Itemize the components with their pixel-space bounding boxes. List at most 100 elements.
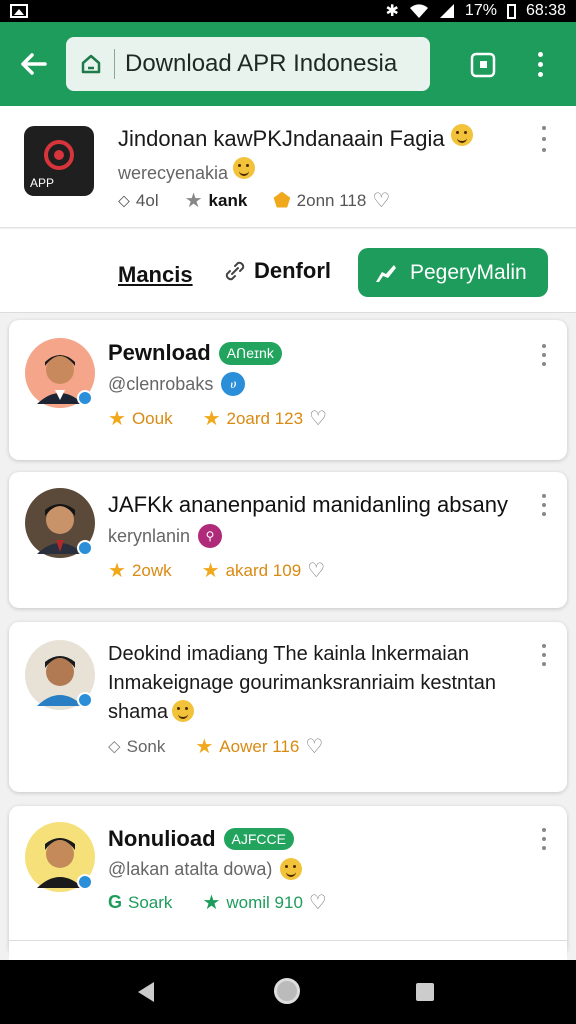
google-icon: G [108,892,123,912]
tab-switcher-icon[interactable] [470,52,496,78]
download-link[interactable]: Denforl [222,258,331,284]
card-handle: @lakan atalta dowa) [108,858,303,880]
verified-icon [77,692,93,708]
card-stats: ★ 2owk ★ akard 109 ♡ [108,558,325,583]
app-meta: ⬦ 4ol ★ kank ⬟ 2onn 118 ♡ [118,188,390,213]
back-button[interactable] [0,22,66,106]
heart-icon[interactable]: ♡ [372,188,390,213]
url-separator [114,49,115,79]
app-icon[interactable]: APP [24,126,94,196]
card-more-icon[interactable] [539,644,549,666]
signal-icon [439,4,454,18]
card-text-line-1: Deokind imadiang The kainla lnkermaian [108,643,469,665]
avatar[interactable] [25,822,95,892]
card-title-row: Pewnload Aᑎeɪnk [108,340,282,366]
heart-icon[interactable]: ♡ [307,558,325,583]
card-title-row: JAFKk ananenpanid manidanling absany [108,492,508,518]
robot-emoji-icon [233,157,256,179]
battery-icon [506,3,516,19]
app-stat-3: 2onn 118 [296,190,367,210]
app-title: Jindonan kawPKJndanaain Fagia [118,124,473,152]
app-logo-icon [44,140,74,170]
arrow-left-icon [21,53,47,75]
card-more-icon[interactable] [539,494,549,516]
status-bar: ✱ 17% 68:38 [0,0,576,22]
status-badge: AJFCCE [223,828,294,850]
link-icon [225,261,245,281]
overflow-menu-icon[interactable] [526,42,554,86]
handle-badge-icon: ሀ [221,372,246,396]
avatar[interactable] [25,488,95,558]
status-badge: Aᑎeɪnk [218,341,282,365]
card-name: Nonulioad [108,826,216,851]
grin-emoji-icon [172,700,195,722]
stat-2: akard 109 [225,560,302,580]
card-text-line-2: Inmakeignage gourimanksranriaim kestntan [108,672,496,694]
star-icon: ★ [108,408,126,430]
handle-text: @lakan atalta dowa) [108,858,273,879]
card-text-line-3: shama [108,698,496,727]
stat-1: 2owk [131,560,172,580]
avatar[interactable] [25,338,95,408]
download-link-label: Denforl [254,258,331,283]
smile-emoji-icon [450,124,473,146]
primary-action-button[interactable]: PegeryMalin [358,248,548,297]
clock: 68:38 [525,2,566,19]
card-title-row: Nonulioad AJFCCE [108,826,294,852]
gallery-notification-icon [10,4,28,18]
search-badge-icon: ⚲ [198,524,223,548]
star-orange-icon: ⬟ [273,190,291,212]
heart-icon[interactable]: ♡ [309,406,327,431]
grin-emoji-icon [280,858,303,880]
heart-icon[interactable]: ♡ [305,734,323,759]
card-stats: ⬦ Sonk ★ Aower 116 ♡ [108,734,323,759]
app-stat-2: kank [208,190,248,210]
nav-recents-icon[interactable] [416,983,434,1001]
app-subtitle: werecyenakia [118,157,256,184]
star-icon: ★ [195,736,214,758]
avatar[interactable] [25,640,95,710]
stat-1: Oouk [131,408,173,428]
home-lock-icon [76,49,106,79]
app-more-icon[interactable] [536,126,552,152]
card-body-text: Deokind imadiang The kainla lnkermaian I… [108,640,496,727]
tag-icon: ⬦ [108,736,121,756]
tag-icon: ⬦ [118,190,130,210]
star-icon: ★ [201,560,220,582]
heart-icon[interactable]: ♡ [309,890,327,915]
verified-icon [77,874,93,890]
star-icon: ★ [202,408,221,430]
tab-mancis[interactable]: Mancis [118,262,193,288]
star-green-icon: ★ [202,892,221,914]
stat-2: womil 910 [226,892,303,912]
wifi-icon [409,4,428,18]
url-title: Download APR Indonesia [125,50,398,77]
nav-back-icon[interactable] [136,980,156,1004]
handle-text: @clenrobaks [108,373,214,394]
nav-home-icon[interactable] [274,978,300,1004]
verified-icon [77,390,93,406]
thumb-icon [376,264,396,282]
card-name: Pewnload [108,340,211,365]
verified-icon [77,540,93,556]
card-stats: ★ Oouk ★ 2oard 123 ♡ [108,406,327,431]
card-handle: kerynlanin ⚲ [108,524,223,548]
stat-2: 2oard 123 [226,408,304,428]
primary-action-label: PegeryMalin [410,260,527,284]
card-name: JAFKk ananenpanid manidanling absany [108,492,508,517]
app-icon-label: APP [30,176,55,190]
handle-text: kerynlanin [108,525,191,546]
card-more-icon[interactable] [539,344,549,366]
battery-percent: 17% [464,2,497,19]
stat-1: Sonk [126,736,166,756]
app-stat-1: 4ol [135,190,159,210]
bluetooth-icon: ✱ [385,3,399,20]
stat-1: Soark [128,892,173,912]
card-stats: G Soark ★ womil 910 ♡ [108,890,327,915]
star-icon: ★ [108,560,126,582]
star-gray-icon: ★ [184,190,203,212]
url-bar[interactable]: Download APR Indonesia [66,37,430,91]
card-handle: @clenrobaks ሀ [108,372,246,396]
card-more-icon[interactable] [539,828,549,850]
stat-2: Aower 116 [219,736,300,756]
